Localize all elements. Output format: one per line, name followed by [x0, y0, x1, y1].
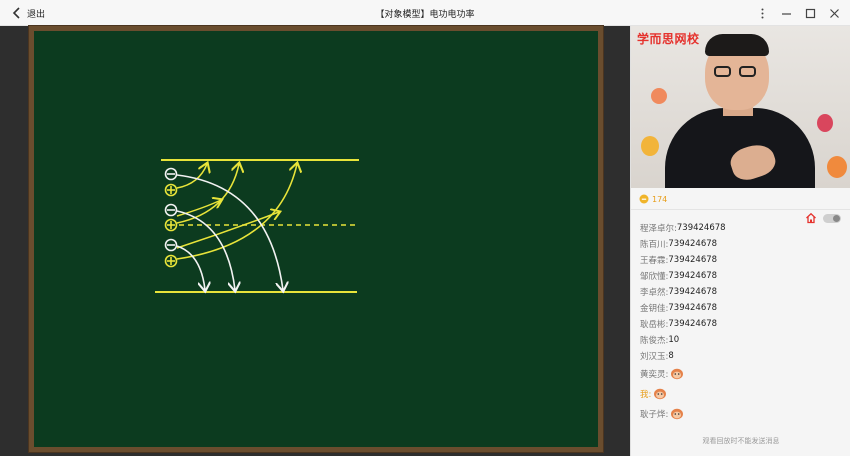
chalkboard — [28, 25, 604, 453]
chat-message: 邹欣懂: 739424678 — [640, 268, 845, 284]
side-panel: 学而思网校 174 程泽卓尔: 739424678 陈百川: 739424678 王… — [630, 26, 850, 456]
chat-username: 程泽卓尔: — [640, 224, 677, 234]
negative-charge-3 — [164, 238, 178, 252]
chat-message: 我: — [640, 384, 845, 404]
school-logo: 学而思网校 — [637, 32, 700, 46]
chat-username: 陈百川: — [640, 240, 669, 250]
chat-username: 陈俊杰: — [640, 336, 669, 346]
chat-list: 程泽卓尔: 739424678 陈百川: 739424678 王春霖: 7394246… — [640, 220, 845, 424]
chat-message: 刘汉玉: 8 — [640, 348, 845, 364]
chat-username: 耿岳彬: — [640, 320, 669, 330]
like-counter: 174 — [639, 194, 667, 204]
chat-text: 739424678 — [668, 303, 718, 313]
monkey-face-icon — [671, 368, 684, 380]
balloon-decoration — [827, 156, 847, 178]
chat-message: 耿岳彬: 739424678 — [640, 316, 845, 332]
likes-count: 174 — [652, 194, 668, 204]
back-button[interactable]: 退出 — [12, 5, 45, 21]
chat-text: 739424678 — [668, 319, 718, 329]
chat-username: 李卓然: — [640, 288, 669, 298]
divider — [631, 209, 850, 210]
chat-message: 金钥佳: 739424678 — [640, 300, 845, 316]
monkey-face-icon — [671, 408, 684, 420]
monkey-face-icon — [654, 388, 667, 400]
negative-charge-1 — [164, 167, 178, 181]
chat-message: 程泽卓尔: 739424678 — [640, 220, 845, 236]
chat-username: 黄奕灵: — [640, 370, 669, 380]
negative-trajectory-1 — [176, 174, 283, 290]
chat-text: 739424678 — [676, 223, 726, 233]
more-vertical-icon — [761, 8, 763, 18]
positive-charge-2 — [164, 218, 178, 232]
replay-notice: 观看回放时不能发送消息 — [702, 437, 780, 445]
chat-message: 李卓然: 739424678 — [640, 284, 845, 300]
chat-text: 8 — [668, 351, 674, 361]
close-icon — [829, 8, 839, 18]
chat-text: 739424678 — [668, 239, 718, 249]
close-button[interactable] — [824, 3, 844, 23]
chat-username: 邹欣懂: — [640, 272, 669, 282]
minimize-icon — [781, 12, 791, 15]
chat-text: 739424678 — [668, 255, 718, 265]
balloon-decoration — [641, 136, 659, 156]
negative-charge-2 — [164, 203, 178, 217]
chat-message: 陈俊杰: 10 — [640, 332, 845, 348]
chat-message: 陈百川: 739424678 — [640, 236, 845, 252]
positive-charge-3 — [164, 254, 178, 268]
chat-username: 金钥佳: — [640, 304, 669, 314]
chat-text: 739424678 — [668, 287, 718, 297]
title-bar: 退出 【对象模型】电功电功率 — [0, 0, 850, 26]
negative-trajectory-3 — [176, 245, 205, 290]
chat-text: 739424678 — [668, 271, 718, 281]
chevron-left-icon — [12, 7, 20, 19]
chat-text: 10 — [668, 335, 680, 345]
window-title: 【对象模型】电功电功率 — [375, 10, 475, 20]
chalk-drawing — [155, 159, 359, 454]
chat-username: 王春霖: — [640, 256, 669, 266]
teacher-hair — [705, 34, 769, 56]
chat-username: 刘汉玉: — [640, 352, 669, 362]
positive-charge-1 — [164, 183, 178, 197]
positive-branch-1 — [176, 200, 221, 217]
minimize-button[interactable] — [776, 3, 796, 23]
chat-username-self: 我: — [640, 390, 652, 400]
balloon-decoration — [651, 88, 667, 104]
balloon-decoration — [817, 114, 833, 132]
back-label: 退出 — [27, 9, 46, 20]
chat-message: 耿子烨: — [640, 404, 845, 424]
chat-message: 黄奕灵: — [640, 364, 845, 384]
like-icon — [639, 194, 649, 204]
glasses — [739, 66, 756, 77]
maximize-button[interactable] — [800, 3, 820, 23]
glasses — [714, 66, 731, 77]
more-button[interactable] — [752, 3, 772, 23]
maximize-icon — [805, 8, 815, 18]
chat-username: 耿子烨: — [640, 410, 669, 420]
chat-message: 王春霖: 739424678 — [640, 252, 845, 268]
teacher-video[interactable]: 学而思网校 — [631, 26, 850, 188]
